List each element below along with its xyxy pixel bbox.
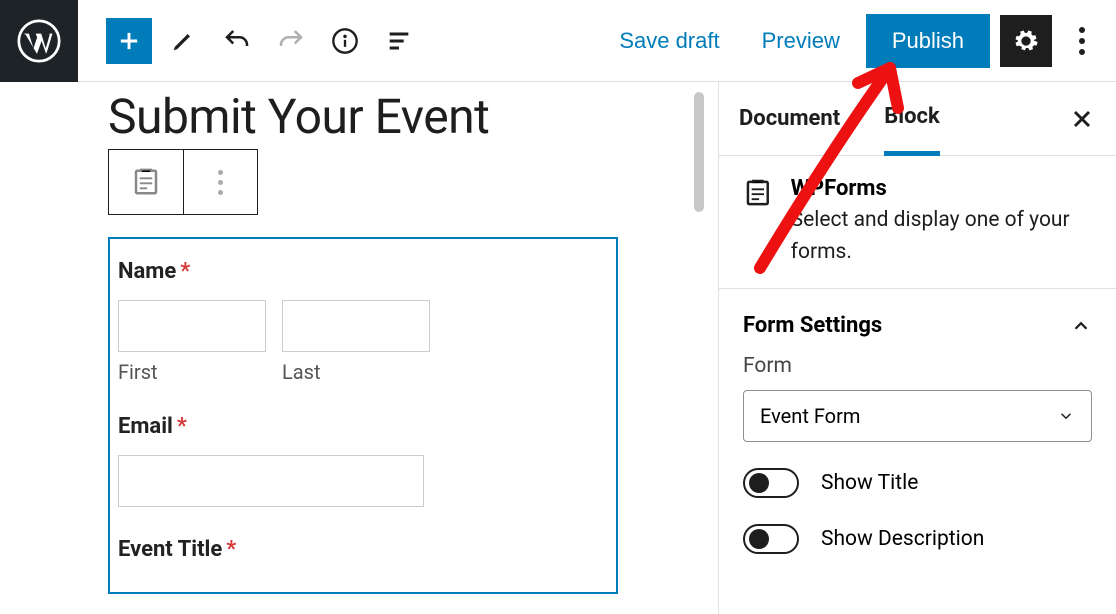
show-title-toggle[interactable] <box>743 468 799 498</box>
block-name: WPForms <box>791 176 1092 201</box>
wordpress-logo[interactable] <box>0 0 78 82</box>
page-title[interactable]: Submit Your Event <box>108 88 718 145</box>
show-description-label: Show Description <box>821 527 984 551</box>
email-input[interactable] <box>118 455 424 507</box>
field-name: Name * First Last <box>118 259 608 384</box>
email-label: Email <box>118 414 173 439</box>
scrollbar[interactable] <box>694 92 704 212</box>
event-title-label: Event Title <box>118 537 222 562</box>
tab-document[interactable]: Document <box>739 84 840 153</box>
redo-button[interactable] <box>268 18 314 64</box>
gear-icon <box>1012 27 1040 55</box>
editor-canvas: Submit Your Event Name * First <box>0 82 718 614</box>
wordpress-icon <box>17 19 61 63</box>
form-settings-panel-header[interactable]: Form Settings <box>719 289 1116 354</box>
last-name-input[interactable] <box>282 300 430 352</box>
block-info-section: WPForms Select and display one of your f… <box>719 156 1116 289</box>
redo-icon <box>276 26 306 56</box>
show-title-toggle-row: Show Title <box>743 468 1092 498</box>
toolbar-left-group <box>78 18 422 64</box>
required-marker: * <box>177 414 187 439</box>
add-block-button[interactable] <box>106 18 152 64</box>
publish-button[interactable]: Publish <box>866 14 990 68</box>
editor-main: Submit Your Event Name * First <box>0 82 1116 614</box>
tab-block[interactable]: Block <box>884 82 940 156</box>
first-sublabel: First <box>118 360 266 384</box>
close-icon[interactable] <box>1068 105 1096 133</box>
save-draft-button[interactable]: Save draft <box>603 18 735 64</box>
block-description: Select and display one of your forms. <box>791 205 1092 268</box>
show-description-toggle[interactable] <box>743 524 799 554</box>
form-block-icon <box>131 167 161 197</box>
form-select-label: Form <box>743 354 1092 378</box>
form-select-value: Event Form <box>760 404 860 428</box>
field-email: Email * <box>118 414 608 507</box>
outline-button[interactable] <box>376 18 422 64</box>
show-description-toggle-row: Show Description <box>743 524 1092 554</box>
edit-mode-button[interactable] <box>160 18 206 64</box>
chevron-up-icon <box>1070 315 1092 337</box>
sidebar-tabs: Document Block <box>719 82 1116 156</box>
name-label: Name <box>118 259 176 284</box>
block-type-button[interactable] <box>109 150 184 214</box>
plus-icon <box>115 27 143 55</box>
settings-sidebar: Document Block WPForms Select and displa… <box>718 82 1116 614</box>
required-marker: * <box>180 259 190 284</box>
block-toolbar <box>108 149 258 215</box>
dots-vertical-icon <box>218 170 223 195</box>
pencil-icon <box>169 27 197 55</box>
dots-vertical-icon <box>1079 27 1085 33</box>
preview-button[interactable]: Preview <box>746 18 856 64</box>
chevron-down-icon <box>1057 407 1075 425</box>
form-settings-panel-body: Form Event Form Show Title Show Descript… <box>719 354 1116 574</box>
form-settings-title: Form Settings <box>743 313 882 338</box>
undo-icon <box>222 26 252 56</box>
more-menu-button[interactable] <box>1062 15 1102 67</box>
required-marker: * <box>226 537 236 562</box>
show-title-label: Show Title <box>821 471 918 495</box>
first-name-input[interactable] <box>118 300 266 352</box>
wpforms-block[interactable]: Name * First Last Email * <box>108 237 618 594</box>
settings-button[interactable] <box>1000 15 1052 67</box>
editor-top-bar: Save draft Preview Publish <box>0 0 1116 82</box>
info-icon <box>331 27 359 55</box>
info-button[interactable] <box>322 18 368 64</box>
toolbar-right-group: Save draft Preview Publish <box>603 14 1116 68</box>
field-event-title: Event Title * <box>118 537 608 562</box>
last-sublabel: Last <box>282 360 430 384</box>
undo-button[interactable] <box>214 18 260 64</box>
form-select[interactable]: Event Form <box>743 390 1092 442</box>
form-block-icon <box>743 176 773 210</box>
list-outline-icon <box>385 27 413 55</box>
block-more-button[interactable] <box>184 150 258 214</box>
